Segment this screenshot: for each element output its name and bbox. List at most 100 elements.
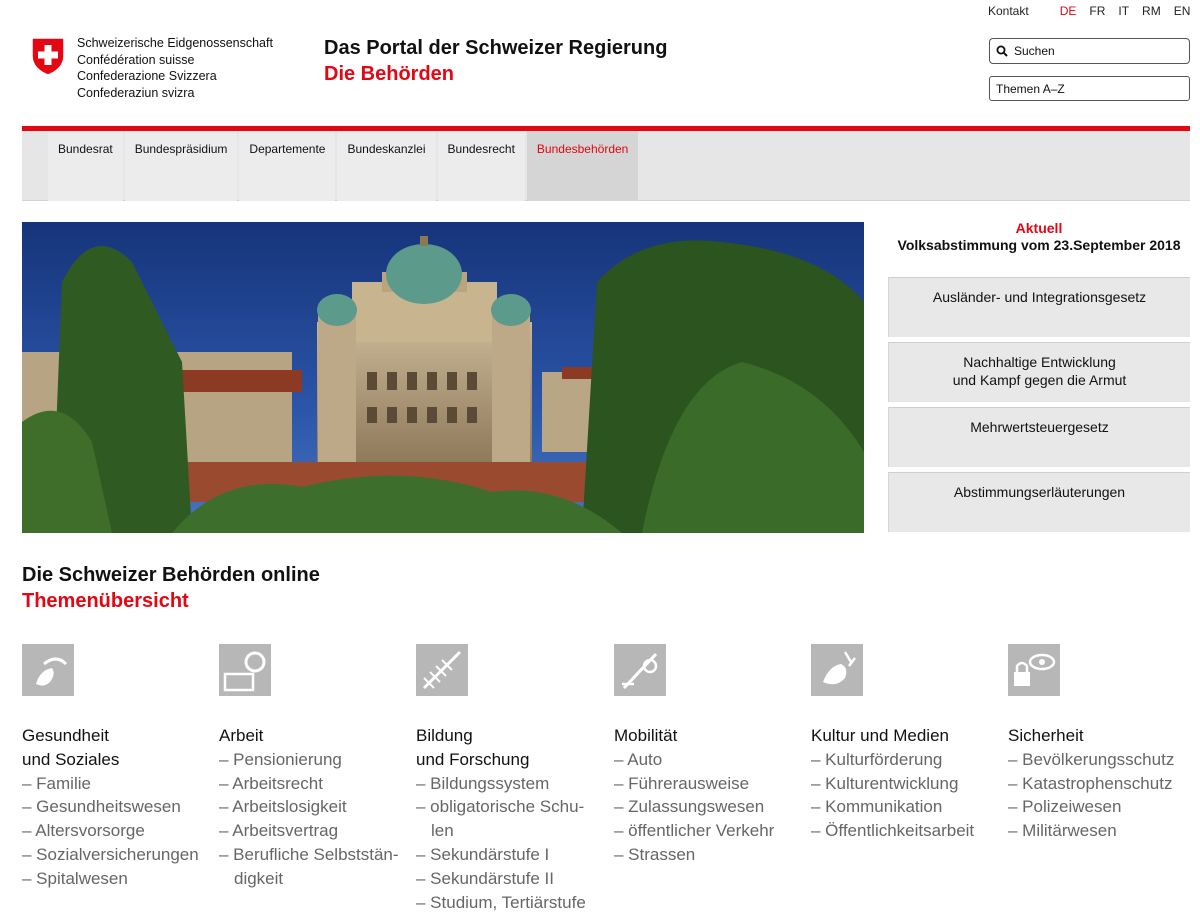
main-nav: Bundesrat Bundespräsidium Departemente B… (22, 131, 1190, 201)
category-link[interactable]: – Gesundheitswesen (22, 795, 212, 819)
logo-block[interactable]: Schweizerische Eidgenossenschaft Confédé… (30, 36, 273, 101)
confederation-name-it: Confederazione Svizzera (77, 69, 217, 83)
category-title-line: und Forschung (416, 749, 530, 769)
category-link[interactable]: – Altersvorsorge (22, 819, 212, 843)
category-link[interactable]: – Strassen (614, 843, 804, 867)
nav-item-bundeskanzlei[interactable]: Bundeskanzlei (337, 131, 436, 201)
themen-a-z-label: Themen A–Z (996, 81, 1065, 96)
category-title[interactable]: Bildung und Forschung (416, 724, 606, 772)
aktuell-label: Aktuell (1015, 220, 1063, 236)
category-link[interactable]: – Auto (614, 748, 804, 772)
category-link[interactable]: – Sekundärstufe II (416, 867, 606, 891)
lang-rm[interactable]: RM (1142, 4, 1161, 18)
swiss-shield-icon (31, 37, 65, 76)
confederation-name-de: Schweizerische Eidgenossenschaft (77, 36, 273, 50)
vote-card-auslaendergesetz[interactable]: Ausländer- und Integrationsgesetz (888, 277, 1190, 337)
confederation-name-rm: Confederaziun svizra (77, 85, 195, 100)
vote-card-abstimmungserlaeuterungen[interactable]: Abstimmungserläuterungen (888, 472, 1190, 532)
category-link[interactable]: – Studium, Tertiärstufe (416, 891, 606, 912)
lang-de[interactable]: DE (1060, 4, 1077, 18)
category-title-line: und Soziales (22, 749, 120, 769)
aktuell-header: Aktuell Volksabstimmung vom 23.September… (888, 220, 1190, 254)
security-icon[interactable] (1008, 644, 1060, 696)
nav-item-departemente[interactable]: Departemente (239, 131, 336, 201)
nav-item-bundesrat[interactable]: Bundesrat (48, 131, 123, 201)
category-link[interactable]: – Berufliche Selbststän-digkeit (219, 843, 409, 891)
category-link[interactable]: – Militärwesen (1008, 819, 1198, 843)
category-link[interactable]: – Führerausweise (614, 772, 804, 796)
health-icon[interactable] (22, 644, 74, 696)
category-link[interactable]: – Katastrophenschutz (1008, 772, 1198, 796)
confederation-names: Schweizerische Eidgenossenschaft Confédé… (77, 35, 273, 101)
category-title-line: Gesundheit (22, 726, 109, 745)
category-link[interactable]: – Zulassungswesen (614, 795, 804, 819)
category-link[interactable]: – Pensionierung (219, 748, 409, 772)
kontakt-link[interactable]: Kontakt (988, 4, 1029, 18)
category-arbeit: Arbeit – Pensionierung – Arbeitsrecht – … (219, 644, 409, 891)
top-bar: Kontakt DE FR IT RM EN (988, 4, 1200, 18)
nav-item-bundesrecht[interactable]: Bundesrecht (437, 131, 525, 201)
category-link[interactable]: – Arbeitslosigkeit (219, 795, 409, 819)
work-icon[interactable] (219, 644, 271, 696)
vote-card-label: Mehrwertsteuergesetz (970, 419, 1109, 435)
category-title-line: Mobilität (614, 726, 678, 745)
category-link[interactable]: – Spitalwesen (22, 867, 212, 891)
aktuell-title: Volksabstimmung vom 23.September 2018 (897, 237, 1181, 253)
category-title-line: Kultur und Medien (811, 726, 949, 745)
category-link[interactable]: – Kommunikation (811, 795, 1001, 819)
category-sicherheit: Sicherheit – Bevölkerungsschutz – Katast… (1008, 644, 1198, 843)
category-link[interactable]: – Bildungssystem (416, 772, 606, 796)
category-link[interactable]: – Kulturentwicklung (811, 772, 1001, 796)
vote-card-nachhaltigkeit[interactable]: Nachhaltige Entwicklung und Kampf gegen … (888, 342, 1190, 402)
category-link[interactable]: – Familie (22, 772, 212, 796)
category-link[interactable]: – Öffentlichkeitsarbeit (811, 819, 1001, 843)
vote-card-label: Ausländer- und Integrationsgesetz (932, 289, 1147, 305)
themen-a-z-select[interactable]: Themen A–Z (989, 76, 1190, 101)
lang-fr[interactable]: FR (1089, 4, 1105, 18)
lang-en[interactable]: EN (1174, 4, 1191, 18)
category-mobilitaet: Mobilität – Auto – Führerausweise – Zula… (614, 644, 804, 867)
category-title[interactable]: Gesundheit und Soziales (22, 724, 212, 772)
category-bildung: Bildung und Forschung – Bildungssystem –… (416, 644, 606, 912)
vote-card-label: und Kampf gegen die Armut (952, 372, 1127, 388)
nav-item-bundespraesidium[interactable]: Bundespräsidium (124, 131, 238, 201)
category-title-line: Bildung (416, 726, 473, 745)
portal-title: Das Portal der Schweizer Regierung (324, 37, 668, 59)
category-links: – Bildungssystem – obligatorische Schu-l… (416, 772, 606, 912)
lang-it[interactable]: IT (1118, 4, 1129, 18)
section-title: Die Schweizer Behörden online (22, 564, 320, 586)
culture-icon[interactable] (811, 644, 863, 696)
category-title[interactable]: Kultur und Medien (811, 724, 1001, 748)
nav-item-bundesbehoerden[interactable]: Bundesbehörden (526, 131, 639, 201)
search-label: Suchen (1014, 44, 1055, 58)
education-icon[interactable] (416, 644, 468, 696)
category-link[interactable]: – obligatorische Schu-len (416, 795, 606, 843)
category-links: – Familie – Gesundheitswesen – Altersvor… (22, 772, 212, 891)
category-link[interactable]: – Sozialversicherungen (22, 843, 212, 867)
category-title[interactable]: Sicherheit (1008, 724, 1198, 748)
category-links: – Pensionierung – Arbeitsrecht – Arbeits… (219, 748, 409, 891)
category-links: – Auto – Führerausweise – Zulassungswese… (614, 748, 804, 867)
category-links: – Kulturförderung – Kulturentwicklung – … (811, 748, 1001, 843)
category-title-line: Sicherheit (1008, 726, 1084, 745)
search-input[interactable]: Suchen (989, 38, 1190, 64)
confederation-name-fr: Confédération suisse (77, 52, 195, 67)
category-title[interactable]: Mobilität (614, 724, 804, 748)
search-icon (996, 45, 1008, 57)
hero-image (22, 222, 864, 533)
category-link[interactable]: – Arbeitsrecht (219, 772, 409, 796)
category-title[interactable]: Arbeit (219, 724, 409, 748)
mobility-icon[interactable] (614, 644, 666, 696)
category-link[interactable]: – Arbeitsvertrag (219, 819, 409, 843)
vote-card-label: Nachhaltige Entwicklung (963, 354, 1116, 370)
category-link[interactable]: – Sekundärstufe I (416, 843, 606, 867)
category-kultur: Kultur und Medien – Kulturförderung – Ku… (811, 644, 1001, 843)
category-link[interactable]: – Bevölkerungsschutz (1008, 748, 1198, 772)
category-link[interactable]: – öffentlicher Verkehr (614, 819, 804, 843)
category-links: – Bevölkerungsschutz – Katastrophenschut… (1008, 748, 1198, 843)
section-subtitle: Themenübersicht (22, 590, 189, 612)
category-link[interactable]: – Polizeiwesen (1008, 795, 1198, 819)
category-title-line: Arbeit (219, 726, 264, 745)
vote-card-mehrwertsteuer[interactable]: Mehrwertsteuergesetz (888, 407, 1190, 467)
category-link[interactable]: – Kulturförderung (811, 748, 1001, 772)
